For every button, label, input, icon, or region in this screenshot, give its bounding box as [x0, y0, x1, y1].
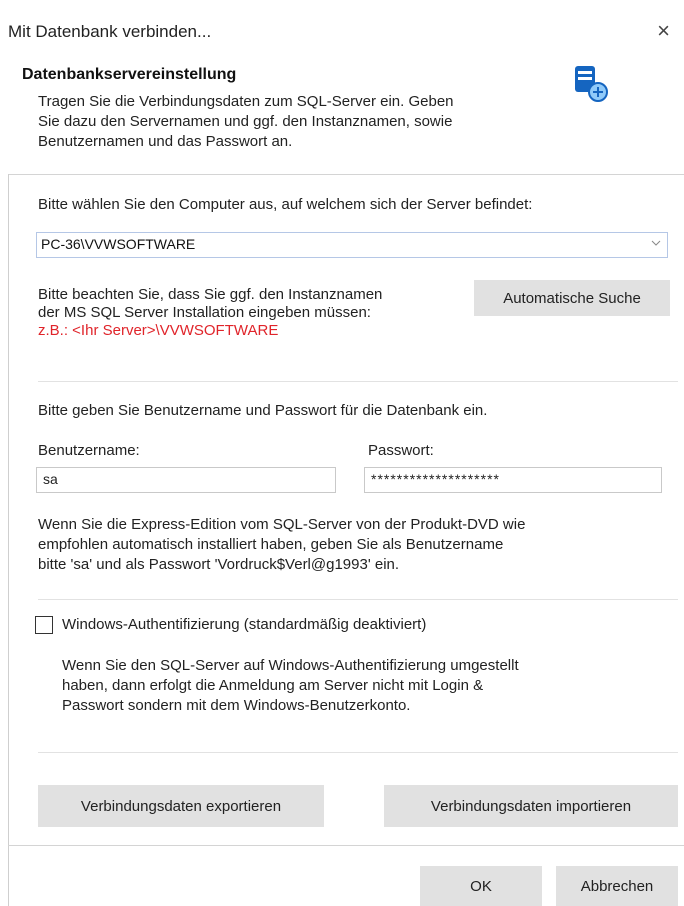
- cancel-button[interactable]: Abbrechen: [556, 866, 678, 906]
- password-input[interactable]: ********************: [364, 467, 662, 493]
- windows-auth-checkbox[interactable]: [35, 616, 53, 634]
- header-divider: [8, 174, 684, 175]
- server-select[interactable]: PC-36\VVWSOFTWARE: [36, 232, 668, 258]
- username-input[interactable]: sa: [36, 467, 336, 493]
- express-edition-hint: Wenn Sie die Express-Edition vom SQL-Ser…: [38, 515, 525, 575]
- windows-auth-label[interactable]: Windows-Authentifizierung (standardmäßig…: [62, 616, 426, 633]
- title-bar: Mit Datenbank verbinden... ×: [0, 0, 684, 60]
- hint-line: bitte 'sa' und als Passwort 'Vordruck$Ve…: [38, 556, 400, 573]
- ok-button[interactable]: OK: [420, 866, 542, 906]
- header-text-line: Tragen Sie die Verbindungsdaten zum SQL-…: [38, 93, 454, 110]
- section-divider: [38, 381, 678, 382]
- hint-line: Wenn Sie den SQL-Server auf Windows-Auth…: [62, 657, 519, 674]
- instance-note: Bitte beachten Sie, dass Sie ggf. den In…: [38, 286, 382, 340]
- header-description: Tragen Sie die Verbindungsdaten zum SQL-…: [38, 92, 558, 152]
- hint-line: Wenn Sie die Express-Edition vom SQL-Ser…: [38, 516, 526, 533]
- chevron-down-icon: [651, 240, 661, 246]
- server-select-value: PC-36\VVWSOFTWARE: [41, 236, 196, 252]
- hint-line: empfohlen automatisch installiert haben,…: [38, 536, 504, 553]
- username-label: Benutzername:: [38, 442, 140, 459]
- windows-auth-hint: Wenn Sie den SQL-Server auf Windows-Auth…: [62, 656, 519, 716]
- hint-line: Passwort sondern mit dem Windows-Benutze…: [62, 697, 411, 714]
- left-border: [8, 174, 9, 906]
- section-divider: [38, 599, 678, 600]
- header-text-line: Sie dazu den Servernamen und ggf. den In…: [38, 113, 453, 130]
- header-title: Datenbankservereinstellung: [22, 66, 237, 83]
- instance-note-line: der MS SQL Server Installation eingeben …: [38, 304, 371, 321]
- close-icon[interactable]: ×: [657, 18, 670, 44]
- window-title: Mit Datenbank verbinden...: [8, 22, 212, 41]
- export-connection-button[interactable]: Verbindungsdaten exportieren: [38, 785, 324, 827]
- instance-note-line: Bitte beachten Sie, dass Sie ggf. den In…: [38, 286, 383, 303]
- header-text-line: Benutzernamen und das Passwort an.: [38, 133, 293, 150]
- import-connection-button[interactable]: Verbindungsdaten importieren: [384, 785, 678, 827]
- dialog-header: Datenbankservereinstellung Tragen Sie di…: [0, 56, 684, 174]
- password-label: Passwort:: [368, 442, 434, 459]
- auto-search-button[interactable]: Automatische Suche: [474, 280, 670, 316]
- hint-line: haben, dann erfolgt die Anmeldung am Ser…: [62, 677, 484, 694]
- server-prompt: Bitte wählen Sie den Computer aus, auf w…: [38, 196, 533, 213]
- instance-example: z.B.: <Ihr Server>\VVWSOFTWARE: [38, 322, 279, 339]
- database-connect-icon: [575, 66, 608, 102]
- section-divider: [38, 752, 678, 753]
- credentials-prompt: Bitte geben Sie Benutzername und Passwor…: [38, 402, 488, 419]
- footer-divider: [8, 845, 684, 846]
- connect-database-dialog: Mit Datenbank verbinden... × Datenbankse…: [0, 0, 684, 906]
